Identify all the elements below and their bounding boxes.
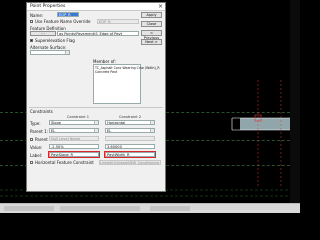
constraint-1-label-input[interactable]: PavtSlope_R xyxy=(48,151,100,158)
feature-definition-browse-button[interactable]: ... xyxy=(30,31,56,36)
feature-definition-input[interactable]: as Points\Pavement\S_Edge of Pavt xyxy=(57,31,139,36)
horizontal-feature-label: Horizontal Feature Constraint xyxy=(35,160,94,165)
parent2-checkbox[interactable] xyxy=(30,138,33,141)
chevron-down-icon xyxy=(94,121,98,124)
chevron-down-icon xyxy=(65,51,69,54)
linked-constraint-button[interactable]: Linked/Unlinked/NEW_Conditioning Use xyxy=(99,160,161,165)
constraint-2-parent1-value: EL xyxy=(107,129,112,133)
feature-name-override-input[interactable]: EOP_R xyxy=(97,19,139,24)
constraint-1-value-input[interactable]: -2.50% xyxy=(49,144,99,149)
close-button[interactable]: Close xyxy=(141,21,162,27)
superelevation-label: Superelevation Flag xyxy=(35,38,75,43)
parent1-label: Parent 1: xyxy=(30,129,48,134)
constraint-1-parent1-select[interactable]: EL xyxy=(49,128,99,133)
constraint-1-header: Constraint 1 xyxy=(67,115,90,119)
constraint-2-type-value: Horizontal xyxy=(107,121,126,125)
feature-definition-value: as Points\Pavement\S_Edge of Pavt xyxy=(59,32,122,36)
constraint-2-parent1-select[interactable]: EL xyxy=(105,128,155,133)
point-properties-dialog: Point Properties × Name: EOP_R Use Featu… xyxy=(26,2,166,192)
alternate-surface-select[interactable] xyxy=(30,50,70,55)
type-label: Type: xyxy=(30,121,41,126)
value-label: Value: xyxy=(30,145,43,150)
dialog-titlebar[interactable]: Point Properties × xyxy=(27,3,165,11)
use-feature-name-checkbox[interactable] xyxy=(30,20,33,23)
constraints-section-label: Constraints xyxy=(30,109,53,114)
constraint-2-label-input[interactable]: PavtWidth_R xyxy=(104,151,156,158)
constraint-1-type-value: Slope xyxy=(51,121,61,125)
constraint-1-parent1-value: EL xyxy=(51,129,56,133)
constraint-1-parent2-value: Null Level Name xyxy=(51,137,81,141)
next-button[interactable]: Next > xyxy=(141,39,162,45)
constraint-1-parent2-select[interactable]: Null Level Name xyxy=(49,136,99,141)
status-segment xyxy=(150,206,190,211)
constraint-2-header: Constraint 2 xyxy=(119,115,142,119)
status-bar xyxy=(0,203,300,213)
name-input[interactable]: EOP_R xyxy=(57,12,79,17)
constraints-section xyxy=(29,107,163,108)
close-icon[interactable]: × xyxy=(158,3,163,10)
label-label: Label: xyxy=(30,153,43,158)
right-scrollbar[interactable] xyxy=(290,0,300,213)
dialog-title: Point Properties xyxy=(30,4,66,9)
chevron-down-icon xyxy=(150,129,154,132)
chevron-down-icon xyxy=(94,129,98,132)
member-of-list[interactable]: TC_Asphalt Conc Wearing Crse (Wdth)_R Co… xyxy=(93,64,160,104)
chevron-down-icon xyxy=(150,121,154,124)
status-segment xyxy=(4,206,54,211)
constraint-1-type-select[interactable]: Slope xyxy=(49,120,99,125)
apply-button[interactable]: Apply xyxy=(141,12,162,18)
superelevation-checkbox[interactable] xyxy=(30,39,33,42)
status-segment xyxy=(60,206,140,211)
member-of-item[interactable]: Concrete Pavt xyxy=(95,70,117,74)
horizontal-feature-checkbox[interactable] xyxy=(30,161,33,164)
constraint-2-value-input[interactable]: 3.60000 xyxy=(105,144,155,149)
constraint-2-parent2-select[interactable] xyxy=(105,136,155,141)
use-feature-name-label: Use Feature Name Override xyxy=(35,19,91,24)
constraint-2-type-select[interactable]: Horizontal xyxy=(105,120,155,125)
previous-button[interactable]: < Previous xyxy=(141,30,162,40)
name-label: Name: xyxy=(30,13,44,18)
